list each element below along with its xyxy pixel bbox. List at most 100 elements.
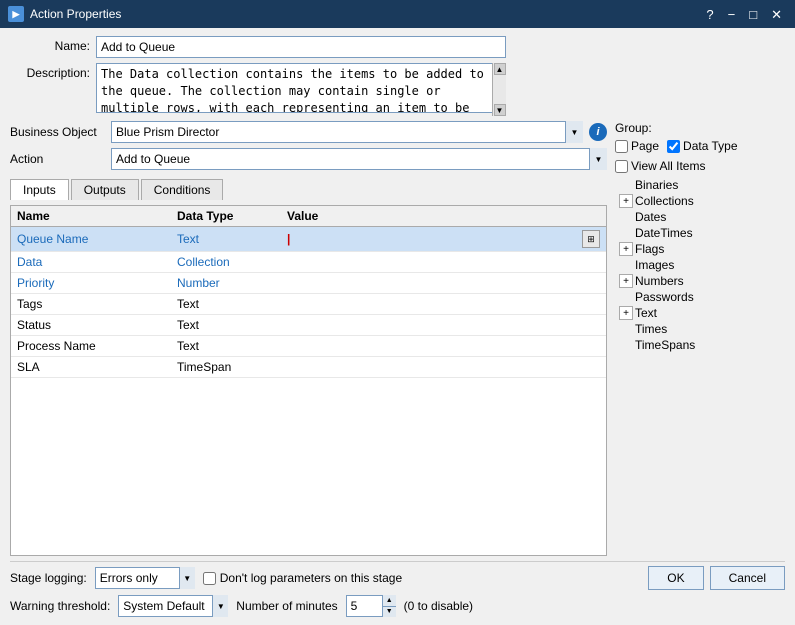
cell-value[interactable]: |⊞ xyxy=(281,227,606,252)
tree-item-label: Numbers xyxy=(635,274,684,288)
business-object-row: Business Object Blue Prism Director ▼ i xyxy=(10,121,607,143)
view-all-label: View All Items xyxy=(631,159,705,173)
warning-threshold-row: Warning threshold: System Default Custom… xyxy=(10,595,785,617)
scroll-up[interactable]: ▲ xyxy=(494,63,506,75)
page-checkbox[interactable] xyxy=(615,140,628,153)
stage-logging-select[interactable]: Errors only All None xyxy=(95,567,195,589)
table-row[interactable]: Data Collection xyxy=(11,252,606,273)
tree-item[interactable]: +Text xyxy=(615,305,785,321)
cell-name[interactable]: Priority xyxy=(11,273,171,294)
minutes-label: Number of minutes xyxy=(236,599,337,613)
tree-item[interactable]: Binaries xyxy=(615,177,785,193)
cell-name[interactable]: Process Name xyxy=(11,336,171,357)
tree-item[interactable]: Passwords xyxy=(615,289,785,305)
tree-item[interactable]: +Collections xyxy=(615,193,785,209)
tree-expand-icon[interactable]: + xyxy=(619,306,633,320)
scroll-down[interactable]: ▼ xyxy=(494,104,506,116)
tree-item[interactable]: DateTimes xyxy=(615,225,785,241)
view-all-row[interactable]: View All Items xyxy=(615,159,785,173)
two-col-layout: Business Object Blue Prism Director ▼ i … xyxy=(10,121,785,556)
table-row[interactable]: Status Text xyxy=(11,315,606,336)
minimize-button[interactable]: − xyxy=(723,8,741,21)
page-checkbox-item[interactable]: Page xyxy=(615,139,659,153)
tree-expand-icon[interactable]: + xyxy=(619,274,633,288)
help-button[interactable]: ? xyxy=(701,8,718,21)
table-row[interactable]: Process Name Text xyxy=(11,336,606,357)
warning-threshold-label: Warning threshold: xyxy=(10,599,110,613)
tree-item[interactable]: Times xyxy=(615,321,785,337)
cell-value[interactable] xyxy=(281,336,606,357)
tree-item[interactable]: TimeSpans xyxy=(615,337,785,353)
view-all-checkbox[interactable] xyxy=(615,160,628,173)
minutes-input-wrapper: ▲ ▼ xyxy=(346,595,396,617)
minutes-spinners: ▲ ▼ xyxy=(382,595,396,617)
left-column: Business Object Blue Prism Director ▼ i … xyxy=(10,121,607,556)
tab-inputs[interactable]: Inputs xyxy=(10,179,69,200)
cell-datatype: Text xyxy=(171,336,281,357)
minutes-down-button[interactable]: ▼ xyxy=(383,607,396,618)
tree-item-label: Text xyxy=(635,306,657,320)
tree-item[interactable]: +Numbers xyxy=(615,273,785,289)
cell-value[interactable] xyxy=(281,273,606,294)
minutes-up-button[interactable]: ▲ xyxy=(383,595,396,607)
col-header-datatype: Data Type xyxy=(171,206,281,227)
cell-value[interactable] xyxy=(281,252,606,273)
tree-container: Binaries+CollectionsDatesDateTimes+Flags… xyxy=(615,177,785,353)
table-row[interactable]: SLA TimeSpan xyxy=(11,357,606,378)
cell-datatype: Text xyxy=(171,294,281,315)
tree-item[interactable]: Images xyxy=(615,257,785,273)
cell-datatype: Text xyxy=(171,315,281,336)
business-object-select-wrapper: Blue Prism Director ▼ xyxy=(111,121,583,143)
tab-conditions[interactable]: Conditions xyxy=(141,179,224,200)
cell-datatype: Collection xyxy=(171,252,281,273)
tree-item[interactable]: +Flags xyxy=(615,241,785,257)
cell-name[interactable]: Tags xyxy=(11,294,171,315)
info-icon[interactable]: i xyxy=(589,123,607,141)
cell-datatype: Text xyxy=(171,227,281,252)
table-row[interactable]: Tags Text xyxy=(11,294,606,315)
tab-outputs[interactable]: Outputs xyxy=(71,179,139,200)
page-checkbox-label: Page xyxy=(631,139,659,153)
title-bar: ▶ Action Properties ? − □ ✕ xyxy=(0,0,795,28)
warning-threshold-select[interactable]: System Default Custom None xyxy=(118,595,228,617)
calc-button[interactable]: ⊞ xyxy=(582,230,600,248)
cell-value[interactable] xyxy=(281,315,606,336)
name-input[interactable] xyxy=(96,36,506,58)
tree-item-label: Binaries xyxy=(635,178,678,192)
table-row[interactable]: Queue Name Text |⊞ xyxy=(11,227,606,252)
cell-value[interactable] xyxy=(281,357,606,378)
cell-value[interactable] xyxy=(281,294,606,315)
datatype-checkbox[interactable] xyxy=(667,140,680,153)
stage-logging-label: Stage logging: xyxy=(10,571,87,585)
maximize-button[interactable]: □ xyxy=(744,8,762,21)
description-textarea[interactable] xyxy=(96,63,506,113)
name-row: Name: xyxy=(10,36,785,58)
tree-expand-icon[interactable]: + xyxy=(619,194,633,208)
close-button[interactable]: ✕ xyxy=(766,8,787,21)
cell-name[interactable]: Queue Name xyxy=(11,227,171,252)
col-header-value: Value xyxy=(281,206,606,227)
action-label: Action xyxy=(10,152,105,166)
col-header-name: Name xyxy=(11,206,171,227)
datatype-checkbox-item[interactable]: Data Type xyxy=(667,139,737,153)
tree-item-label: TimeSpans xyxy=(635,338,695,352)
dont-log-checkbox[interactable] xyxy=(203,572,216,585)
cell-name[interactable]: SLA xyxy=(11,357,171,378)
cell-name[interactable]: Status xyxy=(11,315,171,336)
business-object-select[interactable]: Blue Prism Director xyxy=(111,121,583,143)
app-icon: ▶ xyxy=(8,6,24,22)
tabs-row: Inputs Outputs Conditions xyxy=(10,179,607,200)
tree-item-label: Times xyxy=(635,322,667,336)
tree-expand-icon[interactable]: + xyxy=(619,242,633,256)
cell-name[interactable]: Data xyxy=(11,252,171,273)
action-select[interactable]: Add to Queue xyxy=(111,148,607,170)
group-label: Group: xyxy=(615,121,785,135)
cancel-button[interactable]: Cancel xyxy=(710,566,785,590)
ok-button[interactable]: OK xyxy=(648,566,703,590)
disable-note: (0 to disable) xyxy=(404,599,473,613)
tree-item-label: Dates xyxy=(635,210,666,224)
name-label: Name: xyxy=(10,36,90,53)
table-row[interactable]: Priority Number xyxy=(11,273,606,294)
scrollbar: ▲ ▼ xyxy=(492,63,506,116)
tree-item[interactable]: Dates xyxy=(615,209,785,225)
